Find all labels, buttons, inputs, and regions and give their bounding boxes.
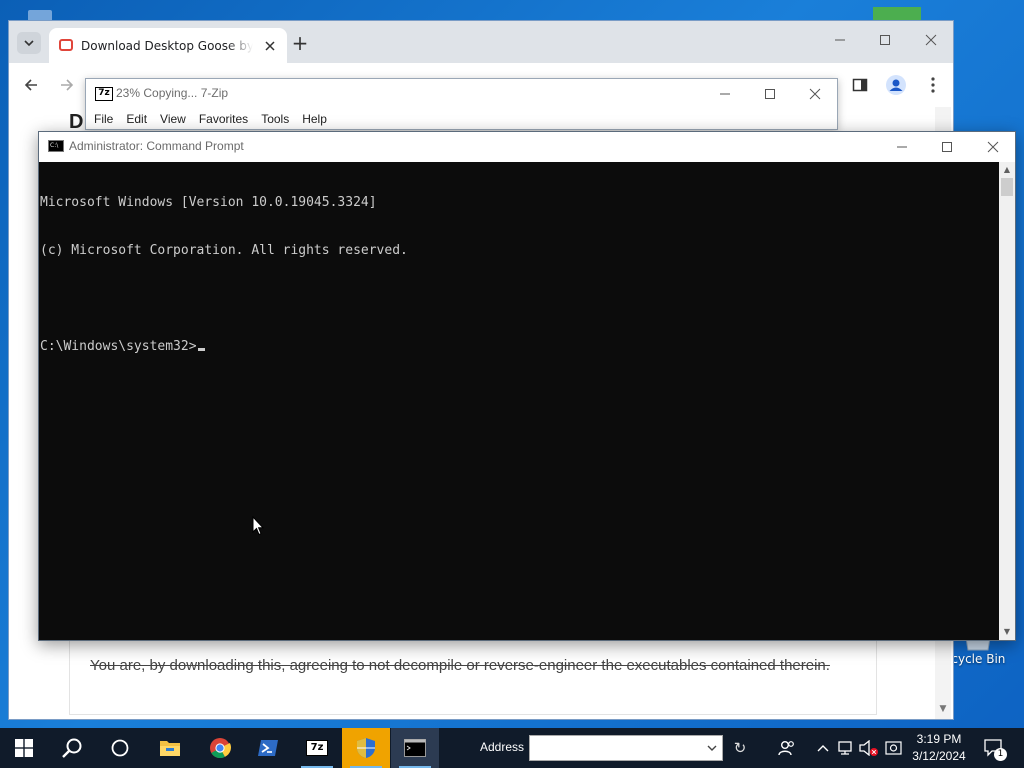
volume-muted-icon[interactable] <box>859 738 879 758</box>
command-prompt-icon: C:\ <box>48 140 64 152</box>
console-prompt: C:\Windows\system32> <box>40 339 197 354</box>
maximize-icon[interactable] <box>862 25 908 55</box>
action-center-icon[interactable]: 1 <box>982 738 1007 761</box>
browser-tab-bar: Download Desktop Goose by samperson + <box>9 21 953 63</box>
shield-setup-icon[interactable] <box>342 728 390 768</box>
task-view-icon[interactable] <box>96 728 144 768</box>
tab-search-button[interactable] <box>17 32 41 54</box>
7zip-window: 7z 23% Copying... 7-Zip File Edit View F… <box>85 78 838 130</box>
system-clock[interactable]: 3:19 PM 3/12/2024 <box>907 731 971 765</box>
forward-arrow-icon[interactable] <box>53 71 81 99</box>
taskbar: 7z Address ↻ 3:19 PM 3/12/2024 1 <box>0 728 1024 768</box>
network-icon[interactable] <box>836 738 856 758</box>
defender-icon[interactable] <box>884 738 904 758</box>
mouse-pointer-icon <box>252 516 264 536</box>
command-prompt-window: C:\ Administrator: Command Prompt Micros… <box>38 131 1016 641</box>
console-line: Microsoft Windows [Version 10.0.19045.33… <box>40 195 377 210</box>
browser-tab[interactable]: Download Desktop Goose by samperson <box>49 28 287 63</box>
cmd-scrollbar[interactable]: ▲ ▼ <box>999 162 1015 640</box>
file-explorer-icon[interactable] <box>146 728 194 768</box>
maximize-icon[interactable] <box>747 79 793 109</box>
menu-view[interactable]: View <box>160 112 186 126</box>
site-favicon-icon <box>59 39 73 51</box>
close-icon[interactable] <box>908 25 954 55</box>
chevron-down-icon[interactable] <box>703 735 721 761</box>
chevron-down-icon <box>24 40 34 47</box>
minimize-icon[interactable] <box>702 79 748 109</box>
clock-date: 3/12/2024 <box>912 749 966 763</box>
close-icon[interactable] <box>970 132 1016 162</box>
command-prompt-icon[interactable] <box>391 728 439 768</box>
more-menu-icon[interactable] <box>919 71 947 99</box>
windows-start-icon[interactable] <box>0 728 48 768</box>
new-tab-button[interactable]: + <box>289 32 311 54</box>
scroll-up-arrow-icon[interactable]: ▲ <box>999 162 1015 178</box>
powershell-icon[interactable] <box>244 728 292 768</box>
console-line: (c) Microsoft Corporation. All rights re… <box>40 243 408 258</box>
console-prompt-line: C:\Windows\system32> <box>40 339 999 355</box>
close-tab-icon[interactable] <box>261 37 279 55</box>
7zip-app-icon: 7z <box>95 87 113 101</box>
cmd-window-title: Administrator: Command Prompt <box>69 139 244 153</box>
profile-avatar-icon[interactable] <box>882 71 910 99</box>
address-input[interactable] <box>529 735 723 761</box>
cmd-console-output[interactable]: Microsoft Windows [Version 10.0.19045.33… <box>39 162 999 640</box>
back-arrow-icon[interactable] <box>17 71 45 99</box>
7zip-menu-bar: File Edit View Favorites Tools Help <box>94 112 340 126</box>
chrome-icon[interactable] <box>196 728 244 768</box>
7zip-icon[interactable]: 7z <box>293 728 341 768</box>
scroll-down-arrow-icon[interactable]: ▼ <box>999 624 1015 640</box>
minimize-icon[interactable] <box>879 132 925 162</box>
clock-time: 3:19 PM <box>916 732 962 746</box>
menu-help[interactable]: Help <box>302 112 327 126</box>
7zip-window-title: 23% Copying... 7-Zip <box>116 86 229 100</box>
side-panel-icon[interactable] <box>846 71 874 99</box>
cmd-title-bar[interactable]: C:\ Administrator: Command Prompt <box>39 132 1015 162</box>
address-toolbar-label: Address <box>480 740 525 754</box>
search-icon[interactable] <box>48 728 96 768</box>
desktop-icon-partial-green[interactable] <box>873 7 921 21</box>
cmd-scroll-thumb[interactable] <box>1001 178 1013 196</box>
people-icon[interactable] <box>777 738 797 758</box>
refresh-icon[interactable]: ↻ <box>727 735 753 761</box>
chevron-up-icon[interactable] <box>813 738 833 758</box>
menu-tools[interactable]: Tools <box>261 112 289 126</box>
scroll-down-arrow-icon[interactable]: ▼ <box>935 701 951 717</box>
close-icon[interactable] <box>792 79 838 109</box>
text-cursor <box>197 348 205 351</box>
notification-count-badge: 1 <box>994 748 1007 761</box>
menu-edit[interactable]: Edit <box>126 112 147 126</box>
maximize-icon[interactable] <box>924 132 970 162</box>
minimize-icon[interactable] <box>817 25 863 55</box>
terms-text: You are, by downloading this, agreeing t… <box>90 657 830 674</box>
menu-file[interactable]: File <box>94 112 113 126</box>
tab-title: Download Desktop Goose by samperson <box>81 39 253 53</box>
menu-favorites[interactable]: Favorites <box>199 112 248 126</box>
